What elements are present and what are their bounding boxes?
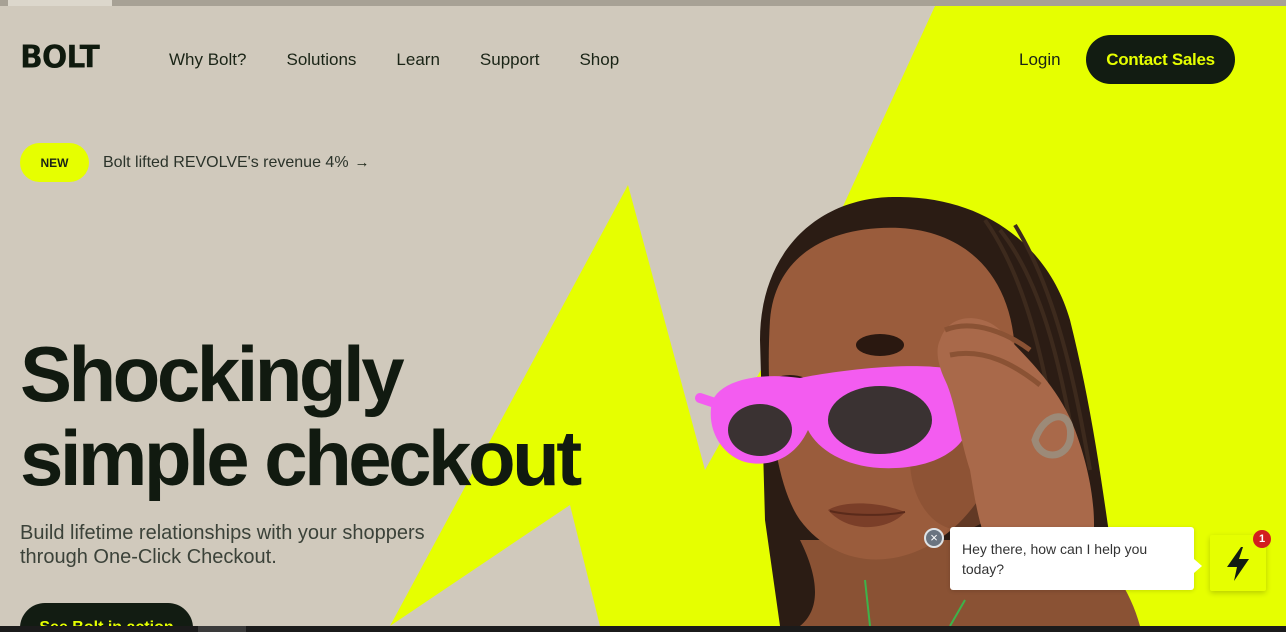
arrow-right-icon: → xyxy=(354,153,370,171)
contact-sales-button[interactable]: Contact Sales xyxy=(1086,35,1235,84)
nav-shop[interactable]: Shop xyxy=(579,50,619,70)
new-badge: NEW xyxy=(20,143,89,182)
subheadline-line-2: through One-Click Checkout. xyxy=(20,546,277,568)
chat-message-bubble[interactable]: Hey there, how can I help you today? xyxy=(950,527,1202,590)
bolt-logo[interactable]: BOLT xyxy=(20,39,100,76)
chat-close-icon[interactable]: × xyxy=(924,528,944,548)
nav-why-bolt[interactable]: Why Bolt? xyxy=(169,50,246,70)
nav-learn[interactable]: Learn xyxy=(396,50,439,70)
site-header: BOLT Why Bolt? Solutions Learn Support S… xyxy=(0,6,1286,106)
headline-line-1: Shockingly xyxy=(20,330,405,418)
headline-line-2: simple checkout xyxy=(20,414,582,502)
bottom-bar-segment xyxy=(198,626,246,632)
bottom-bar xyxy=(0,626,1286,632)
chat-unread-badge: 1 xyxy=(1253,530,1271,548)
nav-solutions[interactable]: Solutions xyxy=(286,50,356,70)
subheadline-line-1: Build lifetime relationships with your s… xyxy=(20,522,425,544)
main-nav: Why Bolt? Solutions Learn Support Shop xyxy=(169,50,619,70)
announcement-banner[interactable]: NEW Bolt lifted REVOLVE's revenue 4% → xyxy=(20,143,370,182)
nav-support[interactable]: Support xyxy=(480,50,540,70)
hero-subheadline: Build lifetime relationships with your s… xyxy=(20,521,480,569)
hero-headline: Shockingly simple checkout xyxy=(20,330,582,502)
announcement-label: Bolt lifted REVOLVE's revenue 4% xyxy=(103,153,349,171)
login-link[interactable]: Login xyxy=(1019,50,1061,70)
announcement-text: Bolt lifted REVOLVE's revenue 4% → xyxy=(103,154,370,172)
